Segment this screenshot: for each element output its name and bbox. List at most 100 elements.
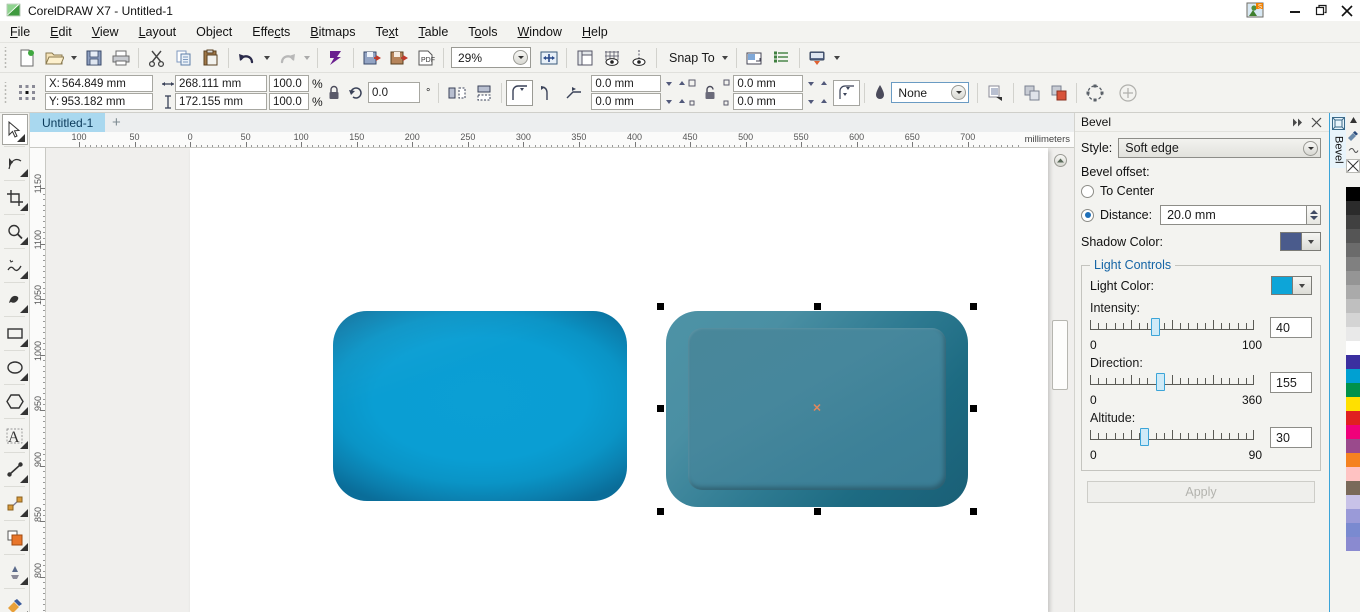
- selection-handle-mr[interactable]: [970, 405, 977, 412]
- menu-edit[interactable]: Edit: [40, 22, 82, 42]
- freehand-tool[interactable]: [0, 250, 30, 281]
- corner-bl-spinner-up[interactable]: [676, 94, 687, 109]
- palette-color-swatch[interactable]: [1346, 425, 1360, 439]
- corner-tl-spinner[interactable]: [663, 76, 674, 91]
- shadow-color-dropdown-icon[interactable]: [1302, 232, 1321, 251]
- straight-line-connector-tool[interactable]: [0, 488, 30, 519]
- menu-table[interactable]: Table: [408, 22, 458, 42]
- altitude-slider-thumb[interactable]: [1140, 428, 1150, 446]
- position-x-field[interactable]: X: 564.849 mm: [45, 75, 153, 92]
- mirror-vertical-icon[interactable]: [470, 80, 497, 106]
- paste-icon[interactable]: [197, 45, 224, 71]
- outline-width-field[interactable]: None: [891, 82, 970, 103]
- show-rulers-icon[interactable]: [571, 45, 598, 71]
- outline-width-icon[interactable]: [869, 80, 891, 106]
- shape-tool-flyout-icon[interactable]: [20, 169, 28, 177]
- selection-handle-tl[interactable]: [657, 303, 664, 310]
- intensity-input[interactable]: 40: [1270, 317, 1312, 338]
- menu-object[interactable]: Object: [186, 22, 242, 42]
- scroll-up-button[interactable]: [1054, 154, 1067, 167]
- menu-view[interactable]: View: [82, 22, 129, 42]
- close-docker-icon[interactable]: [1307, 113, 1325, 131]
- application-launcher-dropdown[interactable]: [831, 45, 844, 71]
- publish-pdf-icon[interactable]: PDF: [412, 45, 439, 71]
- palette-color-swatch[interactable]: [1346, 285, 1360, 299]
- restore-app-icon[interactable]: S: [1244, 2, 1266, 19]
- show-grid-icon[interactable]: [598, 45, 625, 71]
- menu-file[interactable]: File: [0, 22, 40, 42]
- parallel-dimension-tool-flyout-icon[interactable]: [20, 475, 28, 483]
- palette-more-icon[interactable]: [1346, 143, 1360, 158]
- palette-no-fill-swatch[interactable]: [1346, 158, 1360, 173]
- document-tab-untitled-1[interactable]: Untitled-1: [30, 113, 106, 132]
- open-document-icon[interactable]: [40, 45, 67, 71]
- zoom-tool[interactable]: [0, 216, 30, 247]
- menu-text[interactable]: Text: [365, 22, 408, 42]
- straight-line-connector-tool-flyout-icon[interactable]: [20, 509, 28, 517]
- to-back-of-layer-icon[interactable]: [1045, 80, 1072, 106]
- palette-color-swatch[interactable]: [1346, 439, 1360, 453]
- palette-color-swatch[interactable]: [1346, 187, 1360, 201]
- ellipse-tool[interactable]: [0, 352, 30, 383]
- export-icon[interactable]: [385, 45, 412, 71]
- shape-tool[interactable]: [0, 148, 30, 179]
- pick-tool-flyout-icon[interactable]: [17, 134, 25, 142]
- menu-tools[interactable]: Tools: [458, 22, 507, 42]
- distance-radio-row[interactable]: Distance: 20.0 mm: [1081, 205, 1321, 225]
- position-y-field[interactable]: Y: 953.182 mm: [45, 93, 153, 110]
- rectangle-tool-flyout-icon[interactable]: [20, 339, 28, 347]
- mirror-horizontal-icon[interactable]: [443, 80, 470, 106]
- copy-icon[interactable]: [170, 45, 197, 71]
- text-tool[interactable]: A: [0, 420, 30, 451]
- zoom-level-input[interactable]: 29%: [451, 47, 531, 68]
- palette-color-swatch[interactable]: [1346, 495, 1360, 509]
- crop-tool-flyout-icon[interactable]: [20, 203, 28, 211]
- vertical-scrollbar-thumb[interactable]: [1052, 320, 1068, 390]
- distance-radio[interactable]: [1081, 208, 1094, 222]
- docker-tab-bevel[interactable]: Bevel: [1330, 113, 1347, 168]
- transparency-tool-flyout-icon[interactable]: [20, 577, 28, 585]
- corner-tr-field[interactable]: 0.0 mm: [733, 75, 804, 92]
- palette-color-swatch[interactable]: [1346, 369, 1360, 383]
- corel-connect-icon[interactable]: [322, 45, 349, 71]
- full-screen-preview-icon[interactable]: [535, 45, 562, 71]
- lock-ratio-icon[interactable]: [324, 80, 344, 106]
- size-height-field[interactable]: 172.155 mm: [175, 93, 267, 110]
- palette-color-swatch[interactable]: [1346, 509, 1360, 523]
- light-color-swatch[interactable]: [1271, 276, 1293, 295]
- undo-icon[interactable]: [233, 45, 260, 71]
- redo-icon[interactable]: [273, 45, 300, 71]
- altitude-slider[interactable]: [1090, 427, 1254, 447]
- application-launcher-icon[interactable]: [804, 45, 831, 71]
- polygon-tool-flyout-icon[interactable]: [20, 407, 28, 415]
- maximize-button[interactable]: [1308, 0, 1334, 21]
- size-width-field[interactable]: 268.111 mm: [175, 75, 267, 92]
- polygon-tool[interactable]: [0, 386, 30, 417]
- palette-color-swatch[interactable]: [1346, 313, 1360, 327]
- palette-color-swatch[interactable]: [1346, 467, 1360, 481]
- scale-h-field[interactable]: 100.0: [269, 75, 309, 92]
- selection-handle-br[interactable]: [970, 508, 977, 515]
- direction-slider-thumb[interactable]: [1156, 373, 1166, 391]
- vertical-ruler[interactable]: 1150 1100 1050 1000 950 900 850 800: [30, 148, 46, 612]
- pick-tool[interactable]: [2, 114, 28, 145]
- object-manager-icon[interactable]: [768, 45, 795, 71]
- palette-color-swatch[interactable]: [1346, 481, 1360, 495]
- collapse-docker-icon[interactable]: [1289, 113, 1307, 131]
- to-center-radio-row[interactable]: To Center: [1081, 184, 1321, 198]
- open-document-dropdown[interactable]: [67, 45, 80, 71]
- relative-corner-scaling-icon[interactable]: [833, 79, 861, 106]
- style-dropdown[interactable]: Soft edge: [1118, 138, 1321, 158]
- artistic-media-tool[interactable]: [0, 284, 30, 315]
- corner-bl-field[interactable]: 0.0 mm: [591, 93, 662, 110]
- palette-color-swatch[interactable]: [1346, 299, 1360, 313]
- toolbar-grip[interactable]: [3, 46, 10, 69]
- round-corner-icon[interactable]: [506, 79, 534, 106]
- selection-handle-tr[interactable]: [970, 303, 977, 310]
- palette-color-swatch[interactable]: [1346, 215, 1360, 229]
- close-button[interactable]: [1334, 0, 1360, 21]
- palette-color-swatch[interactable]: [1346, 383, 1360, 397]
- palette-color-swatch[interactable]: [1346, 201, 1360, 215]
- menu-window[interactable]: Window: [507, 22, 571, 42]
- zoom-tool-flyout-icon[interactable]: [20, 237, 28, 245]
